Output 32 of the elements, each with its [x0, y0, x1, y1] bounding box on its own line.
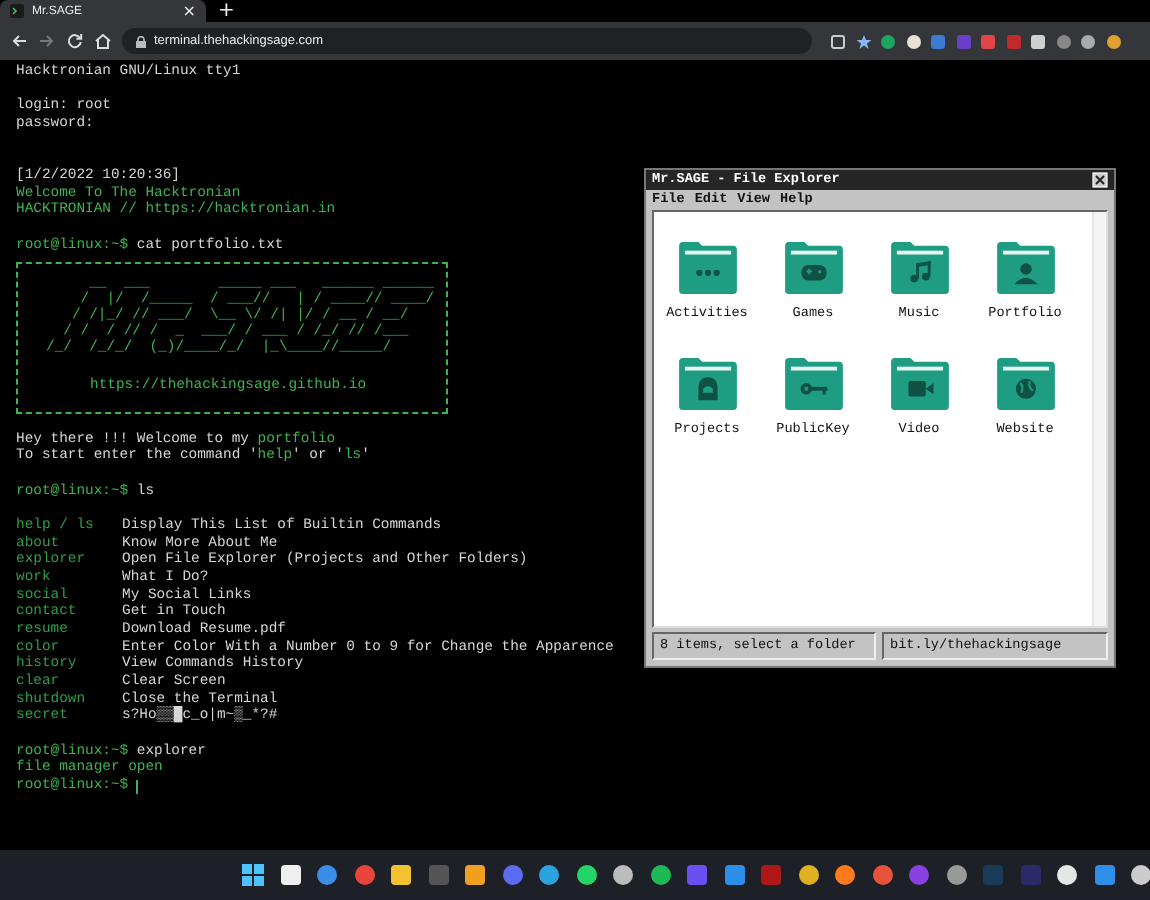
app-icon[interactable] — [390, 864, 412, 886]
share-icon[interactable] — [830, 33, 846, 49]
app-icon[interactable] — [945, 864, 967, 886]
app-icon[interactable] — [575, 864, 597, 886]
folder-icon[interactable] — [889, 358, 949, 410]
close-tab-button[interactable]: × — [182, 3, 196, 19]
close-icon[interactable] — [1092, 172, 1108, 188]
folder-icon[interactable] — [783, 242, 843, 294]
app-icon[interactable] — [797, 864, 819, 886]
app-icon[interactable] — [649, 864, 671, 886]
app-icon[interactable] — [612, 864, 634, 886]
home-icon[interactable] — [94, 32, 112, 50]
reload-icon[interactable] — [66, 32, 84, 50]
lock-icon — [136, 35, 146, 47]
start-icon[interactable] — [242, 864, 264, 886]
app-icon[interactable] — [279, 864, 301, 886]
app-icon[interactable] — [538, 864, 560, 886]
forward-icon[interactable] — [38, 32, 56, 50]
folder-icon[interactable] — [677, 358, 737, 410]
folder-icon[interactable] — [889, 242, 949, 294]
app-icon[interactable] — [464, 864, 486, 886]
back-icon[interactable] — [10, 32, 28, 50]
folder-icon[interactable] — [677, 242, 737, 294]
folder-icon[interactable] — [995, 358, 1055, 410]
star-icon[interactable] — [855, 33, 871, 49]
app-icon[interactable] — [1130, 864, 1150, 886]
folder-icon[interactable] — [995, 242, 1055, 294]
app-icon[interactable] — [834, 864, 856, 886]
folder-icon[interactable] — [783, 358, 843, 410]
terminal-icon — [10, 4, 24, 18]
app-icon[interactable] — [1056, 864, 1078, 886]
new-tab-button[interactable]: + — [218, 3, 235, 19]
